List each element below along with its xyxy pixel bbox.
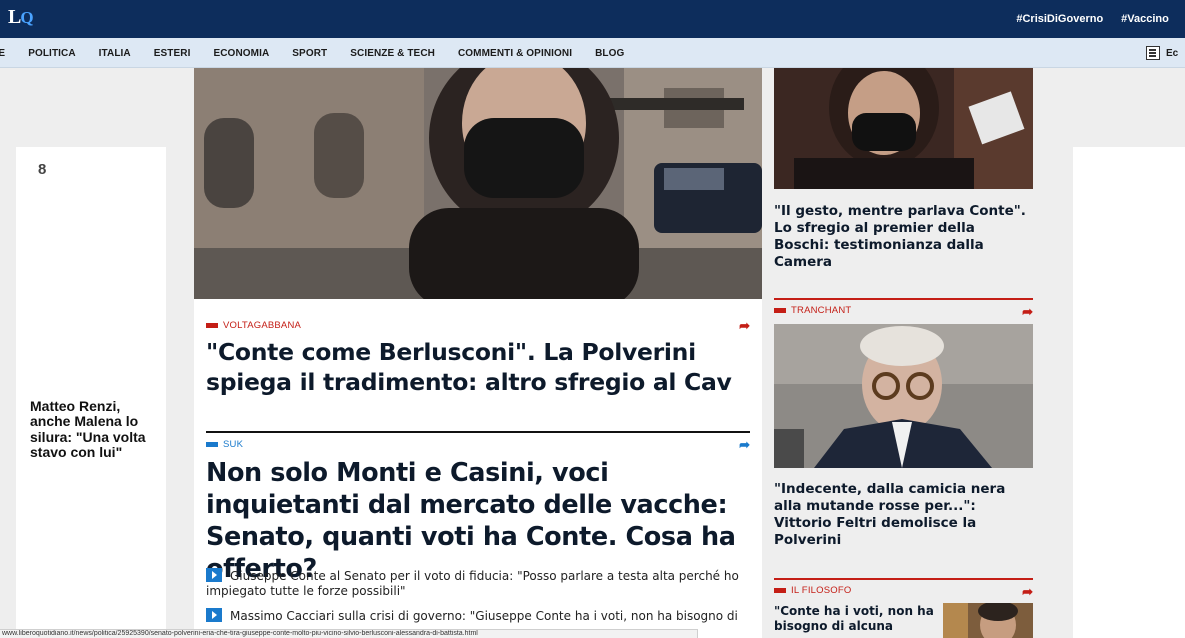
section-kicker[interactable]: TRANCHANT: [774, 305, 1033, 316]
section-il-filosofo: IL FILOSOFO ➦: [774, 578, 1033, 599]
article-mercato-vacche[interactable]: SUK ➦ Non solo Monti e Casini, voci inqu…: [206, 437, 750, 585]
main-column: VOLTAGABBANA ➦ "Conte come Berlusconi". …: [194, 68, 762, 638]
thumbnail-illustration: [943, 603, 1033, 638]
share-icon[interactable]: ➦: [1022, 304, 1033, 320]
related-link-text[interactable]: Giuseppe Conte al Senato per il voto di …: [206, 569, 739, 598]
nav-item-sport[interactable]: SPORT: [292, 48, 327, 59]
section-tranchant: TRANCHANT ➦: [774, 298, 1033, 319]
story-title-cacciari[interactable]: "Conte ha i voti, non ha bisogno di alcu…: [774, 604, 934, 634]
story-title-feltri[interactable]: "Indecente, dalla camicia nera alla muta…: [774, 481, 1033, 549]
play-icon: [206, 608, 222, 622]
nav-items: ME POLITICA ITALIA ESTERI ECONOMIA SPORT…: [0, 38, 647, 68]
kicker-marker: [206, 323, 218, 328]
right-column: "Il gesto, mentre parlava Conte". Lo sfr…: [774, 68, 1033, 638]
edicola-label: Ec: [1166, 47, 1179, 59]
hero-image[interactable]: [194, 68, 762, 299]
section-divider: [206, 431, 750, 433]
article-headline[interactable]: Non solo Monti e Casini, voci inquietant…: [206, 457, 750, 585]
related-link[interactable]: Giuseppe Conte al Senato per il voto di …: [206, 568, 750, 599]
story-thumbnail-cacciari[interactable]: [943, 603, 1033, 638]
newspaper-icon: [1146, 46, 1160, 60]
related-link-text[interactable]: Massimo Cacciari sulla crisi di governo:…: [230, 609, 738, 623]
tag-vaccino[interactable]: #Vaccino: [1121, 13, 1169, 25]
play-icon: [206, 568, 222, 582]
article-kicker[interactable]: SUK: [206, 439, 750, 450]
nav-item-economia[interactable]: ECONOMIA: [213, 48, 269, 59]
story-thumbnail-boschi[interactable]: [774, 68, 1033, 189]
left-side-card[interactable]: 8 Matteo Renzi, anche Malena lo silura: …: [16, 147, 166, 638]
tag-crisi-di-governo[interactable]: #CrisiDiGoverno: [1016, 13, 1103, 25]
share-icon[interactable]: ➦: [739, 318, 750, 334]
kicker-marker: [774, 308, 786, 313]
nav-item-scienze-tech[interactable]: SCIENZE & TECH: [350, 48, 435, 59]
thumbnail-illustration: [774, 68, 1033, 189]
card-title[interactable]: Matteo Renzi, anche Malena lo silura: "U…: [30, 398, 160, 461]
browser-status-bar: www.liberoquotidiano.it/news/politica/25…: [0, 629, 698, 638]
story-thumbnail-feltri[interactable]: [774, 324, 1033, 468]
article-kicker[interactable]: VOLTAGABBANA: [206, 320, 750, 331]
article-headline[interactable]: "Conte come Berlusconi". La Polverini sp…: [206, 337, 750, 397]
kicker-label: VOLTAGABBANA: [223, 320, 302, 331]
nav-item-home[interactable]: ME: [0, 48, 5, 59]
edicola-link[interactable]: Ec: [1146, 46, 1178, 60]
thumbnail-illustration: [774, 324, 1033, 468]
nav-item-politica[interactable]: POLITICA: [28, 48, 75, 59]
kicker-label: SUK: [223, 439, 244, 450]
top-header-bar: LQ #CrisiDiGoverno #Vaccino #: [0, 0, 1185, 38]
right-side-card: [1073, 147, 1185, 638]
nav-item-italia[interactable]: ITALIA: [99, 48, 131, 59]
card-number: 8: [38, 161, 47, 178]
kicker-label: IL FILOSOFO: [791, 585, 852, 596]
nav-item-commenti-opinioni[interactable]: COMMENTI & OPINIONI: [458, 48, 572, 59]
article-polverini[interactable]: VOLTAGABBANA ➦ "Conte come Berlusconi". …: [206, 318, 750, 397]
kicker-label: TRANCHANT: [791, 305, 852, 316]
nav-item-blog[interactable]: BLOG: [595, 48, 624, 59]
story-title-boschi[interactable]: "Il gesto, mentre parlava Conte". Lo sfr…: [774, 203, 1033, 271]
trending-tags: #CrisiDiGoverno #Vaccino #: [1016, 0, 1185, 38]
site-logo[interactable]: LQ: [8, 6, 34, 29]
main-nav-bar: ME POLITICA ITALIA ESTERI ECONOMIA SPORT…: [0, 38, 1185, 68]
nav-item-esteri[interactable]: ESTERI: [154, 48, 191, 59]
section-kicker[interactable]: IL FILOSOFO: [774, 585, 1033, 596]
hero-photo-illustration: [194, 68, 762, 299]
share-icon[interactable]: ➦: [739, 437, 750, 453]
related-link[interactable]: Massimo Cacciari sulla crisi di governo:…: [206, 608, 750, 624]
kicker-marker: [774, 588, 786, 593]
share-icon[interactable]: ➦: [1022, 584, 1033, 600]
kicker-marker: [206, 442, 218, 447]
